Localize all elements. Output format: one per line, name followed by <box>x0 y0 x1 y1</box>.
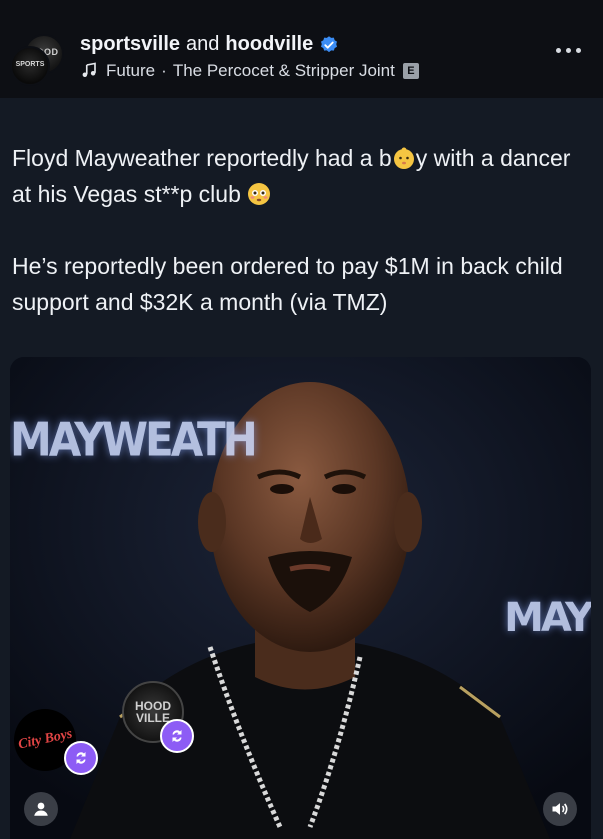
post-caption: Floyd Mayweather reportedly had a by wit… <box>12 140 592 320</box>
music-attribution[interactable]: Future · The Percocet & Stripper Joint E <box>80 61 419 81</box>
user-icon <box>34 802 48 816</box>
author-conjunction: and <box>186 33 220 55</box>
music-separator: · <box>161 61 167 80</box>
music-note-icon <box>82 62 96 77</box>
explicit-badge: E <box>402 63 419 79</box>
more-options-icon[interactable] <box>556 48 581 53</box>
sound-on-icon <box>552 803 568 815</box>
repost-icon <box>64 741 98 775</box>
author-secondary-link[interactable]: hoodville <box>225 33 313 56</box>
flushed-face-icon <box>248 183 271 205</box>
music-title: The Percocet & Stripper Joint <box>172 61 395 80</box>
caption-paragraph-2: He’s reportedly been ordered to pay $1M … <box>12 253 563 315</box>
author-row: sportsville and hoodville <box>80 33 339 56</box>
music-artist: Future <box>106 61 156 80</box>
mute-toggle-button[interactable] <box>543 792 577 826</box>
repost-icon <box>160 719 194 753</box>
post-header: HOOD SPORTS sportsville and hoodville Fu… <box>0 0 603 98</box>
author-primary-link[interactable]: sportsville <box>80 33 180 56</box>
caption-paragraph-1: Floyd Mayweather reportedly had a by wit… <box>12 140 592 212</box>
collab-avatars[interactable]: HOOD SPORTS <box>10 34 66 86</box>
post-media[interactable]: MAYWEATH MAY City Boys HOOD VILLE <box>10 357 591 839</box>
avatar-sportsville[interactable]: SPORTS <box>10 46 50 86</box>
tagged-users-button[interactable] <box>24 792 58 826</box>
avatar-sportsville-text: SPORTS <box>15 61 45 68</box>
arena-banner-right: MAY <box>504 595 591 641</box>
arena-banner-left: MAYWEATH <box>10 412 258 467</box>
baby-emoji-icon <box>393 147 414 169</box>
verified-badge-icon <box>321 35 338 52</box>
caption-text-1a: Floyd Mayweather reportedly had a b <box>12 145 392 171</box>
